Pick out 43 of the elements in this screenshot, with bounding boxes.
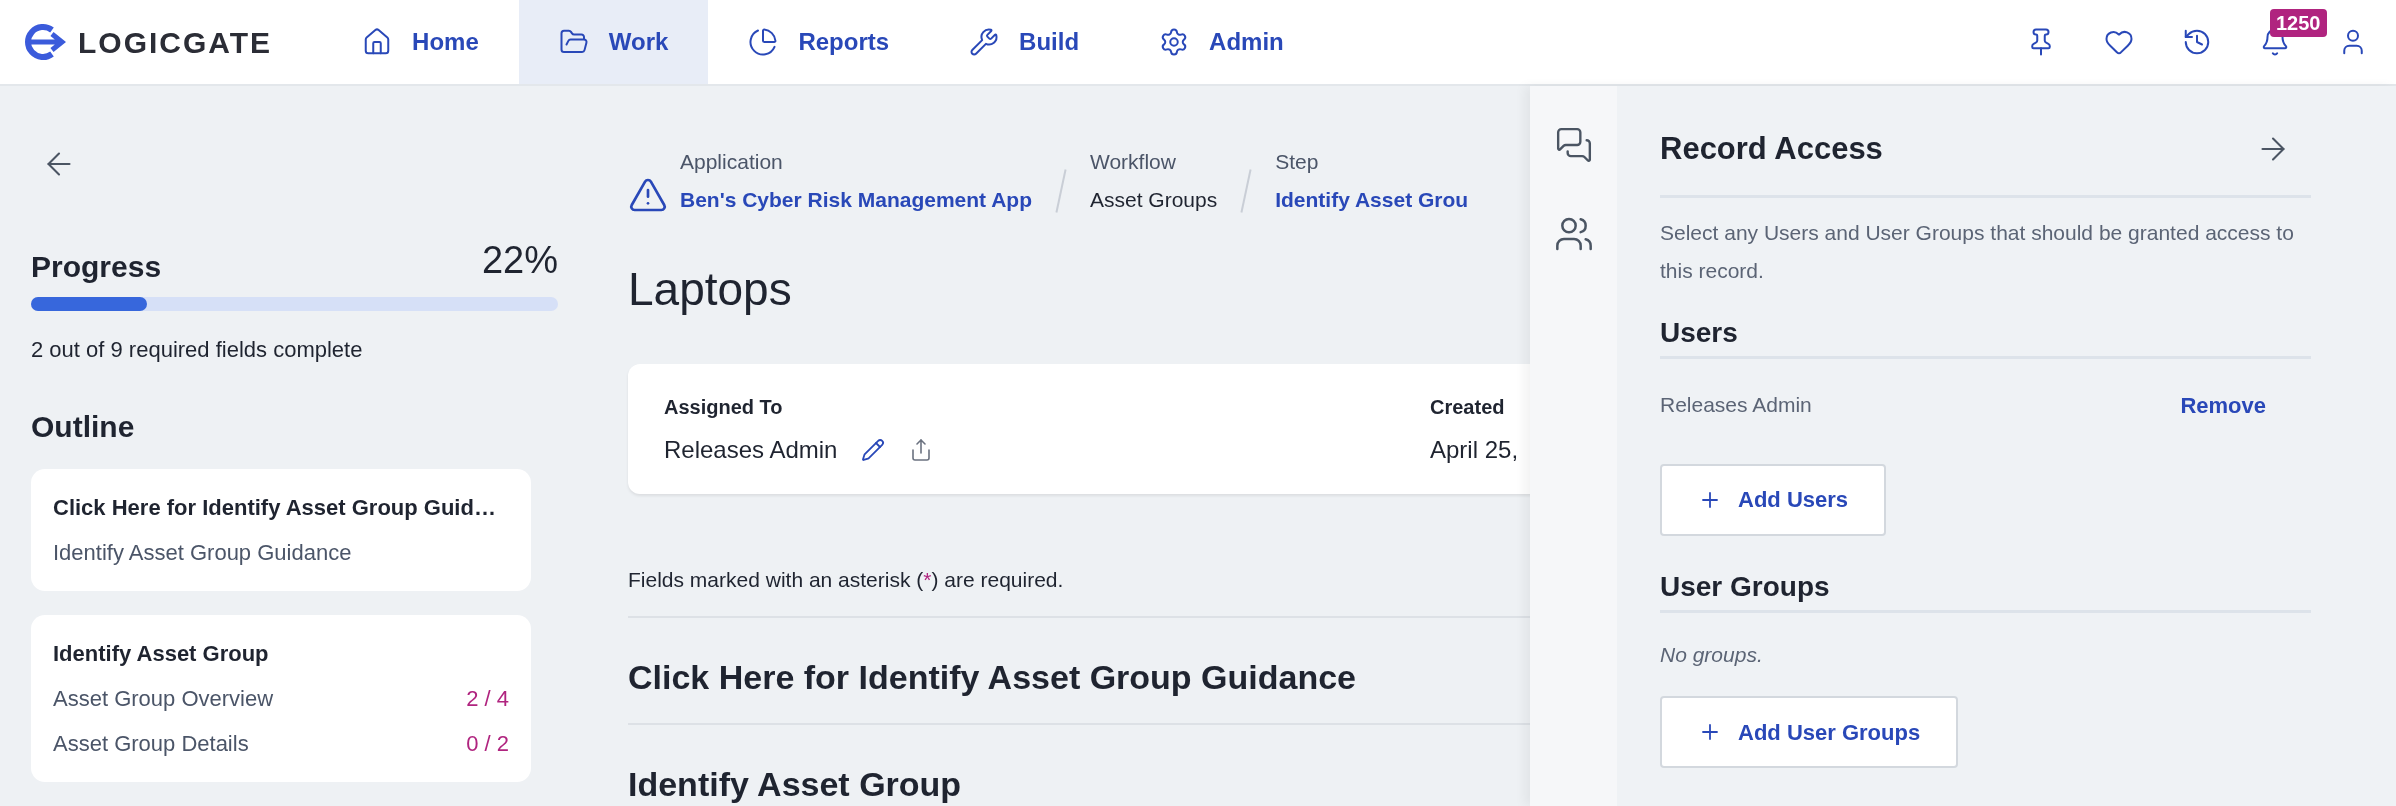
outline-item[interactable]: Asset Group Overview (53, 682, 274, 715)
empty-groups-text: No groups. (1660, 641, 1764, 668)
user-name: Releases Admin (1660, 392, 1812, 419)
panel-description: Select any Users and User Groups that should be granted access to this record. (1660, 219, 2295, 284)
field-value: Releases Admin (664, 435, 838, 465)
progress-summary: 2 out of 9 required fields complete (31, 336, 364, 364)
breadcrumb-label: Workflow (1089, 149, 1177, 175)
outline-item[interactable]: Identify Asset Group Guidance (53, 536, 352, 569)
history-icon[interactable] (2182, 27, 2212, 57)
breadcrumb-label: Application (680, 149, 784, 175)
breadcrumb-link[interactable]: Ben's Cyber Risk Management App (680, 183, 1032, 215)
pie-chart-icon (748, 27, 779, 57)
notification-badge: 1250 (2270, 9, 2327, 37)
remove-link[interactable]: Remove (2180, 388, 2266, 422)
users-heading: Users (1660, 316, 1738, 348)
add-user-groups-button[interactable]: Add User Groups (1660, 696, 1959, 768)
field-count: 0 / 2 (466, 730, 509, 758)
pencil-icon[interactable] (861, 438, 886, 462)
record-title: Laptops (628, 262, 793, 317)
add-users-button[interactable]: Add Users (1660, 463, 1887, 536)
outline-title: Outline (31, 409, 136, 445)
field-count: 2 / 4 (466, 685, 509, 713)
wrench-icon (969, 27, 1000, 57)
required-note: Fields marked with an asterisk (*) are required. (628, 568, 1064, 591)
logo-text: LOGICGATE (78, 24, 273, 61)
field-label: Assigned To (664, 395, 784, 420)
outline-card-title[interactable]: Click Here for Identify Asset Group Guid… (53, 491, 509, 524)
breadcrumb-label: Step (1275, 149, 1320, 175)
section-heading[interactable]: Identify Asset Group (628, 764, 962, 803)
chat-bubbles-icon[interactable] (1554, 126, 1593, 164)
nav-tab[interactable]: Work (518, 0, 709, 84)
field-value: April 25, (1430, 435, 1519, 465)
progress-title: Progress (31, 249, 162, 285)
panel-title: Record Access (1660, 130, 1883, 168)
section-heading[interactable]: Click Here for Identify Asset Group Guidance (628, 657, 1356, 696)
outline-card-title[interactable]: Identify Asset Group (53, 637, 509, 670)
user-groups-heading: User Groups (1660, 570, 1830, 602)
progress-percent: 22% (481, 238, 558, 283)
outline-item[interactable]: Asset Group Details (53, 727, 249, 760)
breadcrumb-link[interactable]: Identify Asset Grou (1275, 183, 1469, 215)
field-label: Created (1430, 395, 1506, 420)
breadcrumb-value: Asset Groups (1089, 186, 1218, 213)
logo-icon (22, 22, 66, 62)
